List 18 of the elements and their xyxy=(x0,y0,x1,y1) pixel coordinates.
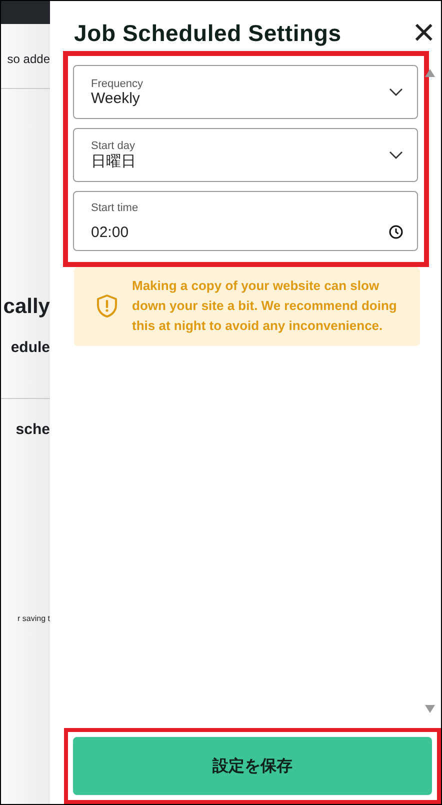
page-text: edule xyxy=(10,339,50,356)
page-text: so adde xyxy=(7,52,50,66)
field-label: Start time xyxy=(91,202,140,214)
field-value: Weekly xyxy=(91,90,141,106)
warning-text: Making a copy of your website can slow down your site a bit. We recommend doing this at night to avoid any inconvenience. xyxy=(132,277,398,335)
page-text: r saving t xyxy=(18,614,50,623)
field-value: 02:00 xyxy=(91,224,130,240)
field-value: 日曜日 xyxy=(91,152,137,170)
time-field[interactable]: Start time 02:00 xyxy=(73,191,418,251)
save-button[interactable]: 設定を保存 xyxy=(73,737,432,795)
select-field[interactable]: Start day 日曜日 xyxy=(73,128,418,182)
field-label: Start day xyxy=(91,140,136,152)
field-label: Frequency xyxy=(91,78,144,90)
page-text: sche xyxy=(16,421,50,438)
page-text: cally xyxy=(3,295,50,319)
close-button[interactable]: × xyxy=(410,18,437,48)
select-field[interactable]: Frequency Weekly xyxy=(73,65,418,119)
panel-title: Job Scheduled Settings xyxy=(74,20,342,46)
